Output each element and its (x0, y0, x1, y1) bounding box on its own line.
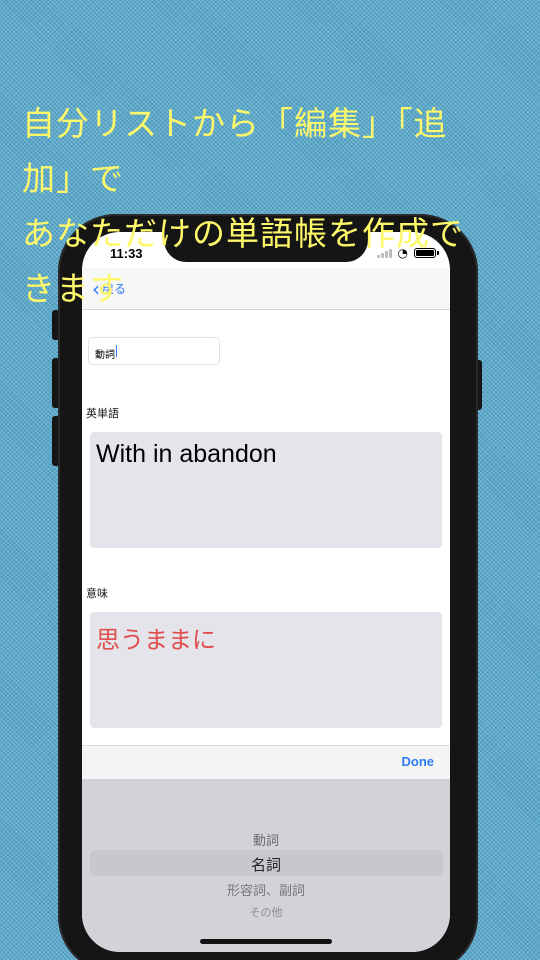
part-of-speech-field[interactable]: 動詞 (88, 337, 220, 365)
picker-toolbar: Done (82, 745, 450, 779)
text-caret (116, 345, 117, 357)
caption-line-2: 加」で (22, 159, 124, 198)
picker-option-adjective-adverb[interactable]: 形容詞、副詞 (82, 880, 450, 899)
english-word-value: With in abandon (96, 440, 277, 468)
phone-screen: 11:33 ◔ ‹ 戻る 動詞 英単語 With in abandon 意味 思… (82, 232, 450, 952)
part-of-speech-picker[interactable]: 動詞 名詞 形容詞、副詞 その他 (82, 779, 450, 952)
caption-line-4: きます (22, 269, 124, 308)
meaning-value: 思うままに (96, 626, 216, 654)
home-indicator (200, 939, 332, 944)
meaning-textarea[interactable]: 思うままに (90, 612, 442, 728)
picker-option-other[interactable]: その他 (82, 904, 450, 920)
part-of-speech-value: 動詞 (95, 350, 115, 361)
picker-option-verb[interactable]: 動詞 (82, 830, 450, 849)
english-word-label: 英単語 (86, 407, 119, 420)
promo-caption: 自分リストから「編集」「追 加」で あなただけの単語帳を作成で きます (22, 96, 522, 316)
caption-line-1: 自分リストから「編集」「追 (22, 104, 448, 143)
picker-option-noun-selected[interactable]: 名詞 (82, 854, 450, 875)
meaning-label: 意味 (86, 587, 108, 600)
done-button[interactable]: Done (402, 754, 435, 769)
english-word-textarea[interactable]: With in abandon (90, 432, 442, 548)
caption-line-3: あなただけの単語帳を作成で (22, 214, 464, 253)
